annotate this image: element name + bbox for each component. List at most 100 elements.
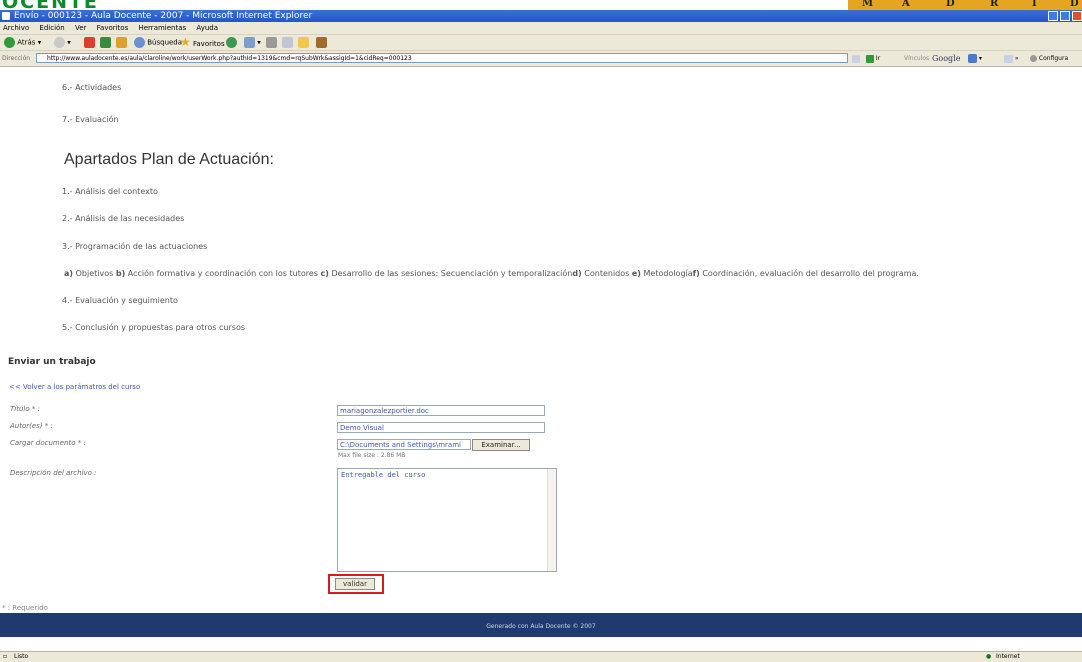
messenger-button[interactable]: [316, 37, 327, 48]
sub-items-line: a) Objetivos b) Acción formativa y coord…: [64, 269, 919, 278]
folder-button[interactable]: [298, 37, 309, 48]
folder-icon: [298, 37, 309, 48]
favorites-button[interactable]: ★ Favoritos: [180, 35, 225, 49]
options-icon: [1004, 54, 1013, 63]
sub-item-letter: c): [320, 269, 329, 278]
forward-button[interactable]: ▾: [54, 37, 71, 48]
edit-icon: [282, 37, 293, 48]
sub-item-letter: e): [631, 269, 641, 278]
search-button[interactable]: Búsqueda: [134, 37, 182, 48]
browse-button[interactable]: Examinar...: [472, 439, 530, 451]
stop-button[interactable]: [84, 37, 95, 48]
messenger-icon: [316, 37, 327, 48]
sub-item-text: Acción formativa y coordinación con los …: [127, 269, 318, 278]
maximize-button[interactable]: [1060, 11, 1070, 21]
menu-herramientas[interactable]: Herramientas: [138, 24, 186, 32]
list-item: 7.- Evaluación: [62, 115, 119, 124]
brand-strip: OCENTE M A D R I D: [0, 0, 1082, 13]
configure-label: Configura: [1038, 55, 1069, 62]
google-icon: [968, 54, 977, 63]
history-button[interactable]: [226, 37, 237, 48]
page-footer: Generado con Aula Docente © 2007: [0, 613, 1082, 637]
search-label: Búsqueda: [147, 38, 183, 47]
refresh-button[interactable]: [100, 37, 111, 48]
print-button[interactable]: [266, 37, 277, 48]
menu-ver[interactable]: Ver: [75, 24, 86, 32]
edit-button[interactable]: [282, 37, 293, 48]
back-arrow-icon: [4, 37, 15, 48]
home-button[interactable]: [116, 37, 127, 48]
address-label: Dirección: [2, 55, 31, 62]
sub-item-letter: d): [572, 269, 582, 278]
list-item: 3.- Programación de las actuaciones: [62, 242, 208, 251]
configure-button[interactable]: Configura: [1030, 54, 1068, 63]
history-icon: [226, 37, 237, 48]
menu-edicion[interactable]: Edición: [39, 24, 64, 32]
sub-item-letter: f): [692, 269, 700, 278]
brand-city-banner: M A D R I D: [848, 0, 1082, 10]
address-dropdown[interactable]: [852, 54, 860, 63]
sub-item-letter: a): [64, 269, 74, 278]
toolbar-options[interactable]: »: [1004, 54, 1019, 63]
sub-item-letter: b): [115, 269, 126, 278]
footer-text: Generado con Aula Docente © 2007: [486, 623, 596, 630]
sub-item-text: Desarrollo de las sesiones: Secuenciació…: [331, 269, 573, 278]
list-item: 2.- Análisis de las necesidades: [62, 214, 185, 223]
required-note: * : Requerido: [2, 604, 48, 612]
links-label[interactable]: Vínculos: [904, 54, 929, 63]
close-button[interactable]: [1072, 11, 1082, 21]
menu-bar: Archivo Edición Ver Favoritos Herramient…: [0, 22, 1082, 35]
list-item: 6.- Actividades: [62, 83, 122, 92]
go-arrow-icon: [866, 54, 874, 63]
description-text: Entregable del curso: [341, 471, 426, 479]
page-content: 6.- Actividades 7.- Evaluación Apartados…: [0, 67, 1082, 612]
sub-item-text: Contenidos: [584, 269, 630, 278]
title-label: Título * :: [10, 405, 40, 413]
menu-ayuda[interactable]: Ayuda: [196, 24, 218, 32]
brand-city-letter: A: [902, 0, 910, 9]
google-label: Google: [932, 54, 961, 63]
menu-archivo[interactable]: Archivo: [3, 24, 29, 32]
list-item: 1.- Análisis del contexto: [62, 187, 158, 196]
list-item: 5.- Conclusión y propuestas para otros c…: [62, 323, 246, 332]
home-icon: [116, 37, 127, 48]
author-input[interactable]: Demo Visual: [337, 422, 545, 433]
upload-label: Cargar documento * :: [10, 439, 86, 447]
dropdown-icon: [852, 54, 860, 63]
brand-city-letter: D: [946, 0, 955, 9]
form-heading: Enviar un trabajo: [8, 357, 96, 367]
brand-city-letter: R: [990, 0, 999, 9]
validar-button[interactable]: validar: [335, 578, 375, 590]
ie-icon: [2, 12, 10, 20]
print-icon: [266, 37, 277, 48]
google-search-box[interactable]: ▾: [968, 54, 982, 63]
description-textarea[interactable]: Entregable del curso: [337, 468, 557, 572]
search-icon: [134, 37, 145, 48]
sub-item-text: Metodología: [643, 269, 693, 278]
brand-city-letter: D: [1070, 0, 1079, 9]
mail-icon: [244, 37, 255, 48]
list-item: 4.- Evaluación y seguimiento: [62, 296, 178, 305]
stop-icon: [84, 37, 95, 48]
forward-arrow-icon: [54, 37, 65, 48]
go-button[interactable]: Ir: [866, 54, 880, 63]
back-to-course-link[interactable]: << Volver a los parámatros del curso: [9, 383, 140, 391]
mail-button[interactable]: ▾: [244, 37, 261, 48]
star-icon: ★: [180, 35, 191, 49]
refresh-icon: [100, 37, 111, 48]
minimize-button[interactable]: [1048, 11, 1058, 21]
brand-logo: OCENTE: [2, 0, 99, 13]
brand-city-letter: I: [1032, 0, 1037, 9]
back-button[interactable]: Atrás ▾: [4, 37, 41, 48]
address-input[interactable]: http://www.auladocente.es/aula/claroline…: [36, 53, 848, 63]
browser-toolbar: Atrás ▾ ▾ Búsqueda ★ Favoritos ▾: [0, 35, 1082, 51]
menu-favoritos[interactable]: Favoritos: [97, 24, 129, 32]
textarea-scrollbar[interactable]: [547, 469, 556, 571]
upload-path-input[interactable]: C:\Documents and Settings\mrami: [337, 439, 471, 450]
title-input[interactable]: mariagonzalezportier.doc: [337, 405, 545, 416]
window-titlebar: Envío - 000123 - Aula Docente - 2007 - M…: [0, 10, 1082, 22]
max-file-size: Max file size : 2.86 MB: [338, 452, 406, 459]
sub-item-text: Objetivos: [75, 269, 114, 278]
plan-heading: Apartados Plan de Actuación:: [64, 151, 274, 168]
status-bar: ▫ Listo ● Internet: [0, 651, 1082, 662]
